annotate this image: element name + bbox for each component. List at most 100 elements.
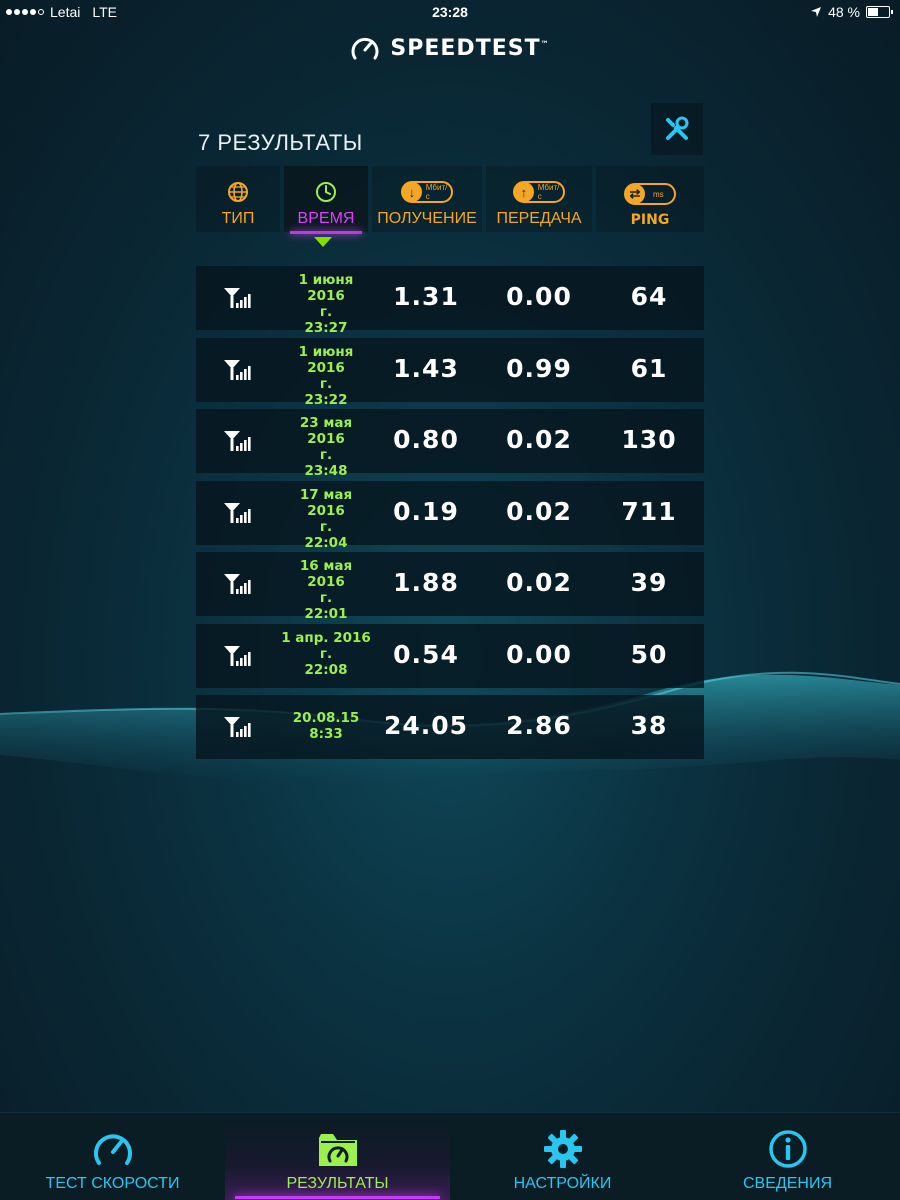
result-datetime: 20.08.15 8:33 xyxy=(280,710,372,742)
result-row[interactable]: 23 мая 2016 г. 23:48 0.80 0.02 130 xyxy=(196,409,704,479)
location-arrow-icon xyxy=(811,7,822,17)
speedometer-logo-icon xyxy=(351,37,379,60)
status-time: 23:28 xyxy=(432,4,468,20)
result-time: 22:04 xyxy=(304,534,348,551)
tab-label-info: СВЕДЕНИЯ xyxy=(742,1175,832,1192)
column-label-type: ТИП xyxy=(221,210,255,227)
result-upload: 2.86 xyxy=(506,711,572,740)
result-datetime: 1 июня 2016 г. 23:27 xyxy=(280,272,372,336)
result-time: 23:27 xyxy=(304,320,348,336)
column-header-type[interactable]: ТИП xyxy=(196,166,280,232)
result-ping: 39 xyxy=(630,568,668,597)
result-datetime: 23 мая 2016 г. 23:48 xyxy=(280,415,372,479)
result-date-suffix: г. xyxy=(319,590,333,606)
cellular-signal-icon xyxy=(222,501,252,525)
tab-label-speed-test: ТЕСТ СКОРОСТИ xyxy=(45,1175,180,1192)
tab-info[interactable]: СВЕДЕНИЯ xyxy=(675,1113,900,1200)
result-datetime: 1 июня 2016 г. 23:22 xyxy=(280,344,372,408)
ping-pill-icon: ⇄ ms xyxy=(624,183,676,205)
app-logo: SPEEDTEST™ xyxy=(0,34,900,62)
result-row[interactable]: 16 мая 2016 г. 22:01 1.88 0.02 39 xyxy=(196,552,704,622)
result-ping: 38 xyxy=(630,711,668,740)
result-time: 23:22 xyxy=(304,391,348,408)
result-ping: 50 xyxy=(630,639,668,669)
result-upload: 0.99 xyxy=(506,353,572,383)
column-header-download[interactable]: ↓ Мбит/с ПОЛУЧЕНИЕ xyxy=(372,166,482,232)
sort-descending-indicator xyxy=(314,237,332,247)
result-ping: 61 xyxy=(630,353,668,383)
column-label-download: ПОЛУЧЕНИЕ xyxy=(377,210,477,227)
results-column-headers: ТИП ВРЕМЯ ↓ Мбит/с ПОЛУЧЕНИЕ ↑ Мбит/с ПЕ… xyxy=(196,166,704,247)
logo-text: SPEEDTEST™ xyxy=(390,35,550,61)
cellular-signal-icon xyxy=(222,644,252,668)
download-pill-icon: ↓ Мбит/с xyxy=(401,181,453,203)
column-header-ping[interactable]: ⇄ ms PING xyxy=(596,166,704,232)
result-date-suffix: г. xyxy=(319,447,333,463)
result-date: 20.08.15 xyxy=(292,710,360,726)
result-date-suffix: г. xyxy=(319,304,333,320)
info-icon xyxy=(768,1130,807,1168)
speedometer-icon xyxy=(93,1134,132,1165)
result-date-suffix: г. xyxy=(319,518,333,535)
result-download: 24.05 xyxy=(383,711,469,740)
result-upload: 0.02 xyxy=(506,568,572,597)
results-count-title: 7 РЕЗУЛЬТАТЫ xyxy=(198,130,363,155)
result-time: 23:48 xyxy=(304,463,348,479)
result-download: 0.19 xyxy=(393,496,459,526)
result-ping: 711 xyxy=(621,496,677,526)
result-datetime: 1 апр. 2016 г. 22:08 xyxy=(280,630,372,678)
cellular-signal-icon xyxy=(222,715,252,739)
cellular-signal-icon xyxy=(222,286,252,310)
result-upload: 0.02 xyxy=(506,496,572,526)
tools-button[interactable] xyxy=(651,103,703,155)
result-ping: 64 xyxy=(630,282,668,311)
tab-speed-test[interactable]: ТЕСТ СКОРОСТИ xyxy=(0,1113,225,1200)
result-upload: 0.00 xyxy=(506,639,572,669)
result-time: 22:08 xyxy=(304,661,348,678)
tab-label-settings: НАСТРОЙКИ xyxy=(513,1175,612,1192)
result-date-suffix: г. xyxy=(319,645,333,662)
tab-results[interactable]: РЕЗУЛЬТАТЫ xyxy=(225,1113,450,1200)
cellular-signal-icon xyxy=(222,572,252,596)
globe-icon xyxy=(228,182,248,202)
status-bar: Letai LTE 23:28 48 % xyxy=(0,0,900,24)
column-label-ping: PING xyxy=(630,212,670,228)
result-date: 1 июня 2016 xyxy=(298,272,354,304)
results-folder-icon xyxy=(318,1134,357,1166)
result-date: 1 апр. 2016 xyxy=(281,629,371,646)
battery-percent: 48 % xyxy=(828,4,860,20)
result-datetime: 16 мая 2016 г. 22:01 xyxy=(280,558,372,622)
clock-icon xyxy=(316,182,336,202)
result-download: 1.43 xyxy=(393,353,459,383)
result-date: 23 мая 2016 xyxy=(299,415,353,447)
column-label-upload: ПЕРЕДАЧА xyxy=(496,210,582,227)
tab-label-results: РЕЗУЛЬТАТЫ xyxy=(286,1175,389,1192)
gear-icon xyxy=(543,1130,582,1168)
result-date: 16 мая 2016 xyxy=(299,558,353,590)
tools-icon xyxy=(666,116,689,140)
result-upload: 0.02 xyxy=(506,425,572,454)
result-row[interactable]: 1 апр. 2016 г. 22:08 0.54 0.00 50 xyxy=(196,623,704,688)
result-download: 0.80 xyxy=(393,425,459,454)
result-upload: 0.00 xyxy=(506,282,572,311)
result-download: 0.54 xyxy=(393,639,459,669)
result-ping: 130 xyxy=(621,425,677,454)
cellular-signal-icon xyxy=(222,358,252,382)
column-header-upload[interactable]: ↑ Мбит/с ПЕРЕДАЧА xyxy=(486,166,592,232)
column-header-time[interactable]: ВРЕМЯ xyxy=(284,166,368,234)
cellular-signal-icon xyxy=(222,429,252,453)
bottom-tab-bar: ТЕСТ СКОРОСТИ РЕЗУЛЬТАТЫ НАСТРОЙКИ СВЕДЕ… xyxy=(0,1112,900,1200)
result-time: 22:01 xyxy=(304,606,348,622)
upload-pill-icon: ↑ Мбит/с xyxy=(513,181,565,203)
result-row[interactable]: 1 июня 2016 г. 23:27 1.31 0.00 64 xyxy=(196,266,704,336)
result-row[interactable]: 17 мая 2016 г. 22:04 0.19 0.02 711 xyxy=(196,480,704,551)
result-row[interactable]: 1 июня 2016 г. 23:22 1.43 0.99 61 xyxy=(196,337,704,408)
result-date: 1 июня 2016 xyxy=(298,343,354,376)
result-time: 8:33 xyxy=(309,726,343,742)
result-date-suffix: г. xyxy=(319,375,333,392)
result-date: 17 мая 2016 xyxy=(299,486,353,519)
tab-settings[interactable]: НАСТРОЙКИ xyxy=(450,1113,675,1200)
battery-icon xyxy=(866,6,893,18)
result-row[interactable]: 20.08.15 8:33 24.05 2.86 38 xyxy=(196,695,704,759)
result-datetime: 17 мая 2016 г. 22:04 xyxy=(280,487,372,551)
